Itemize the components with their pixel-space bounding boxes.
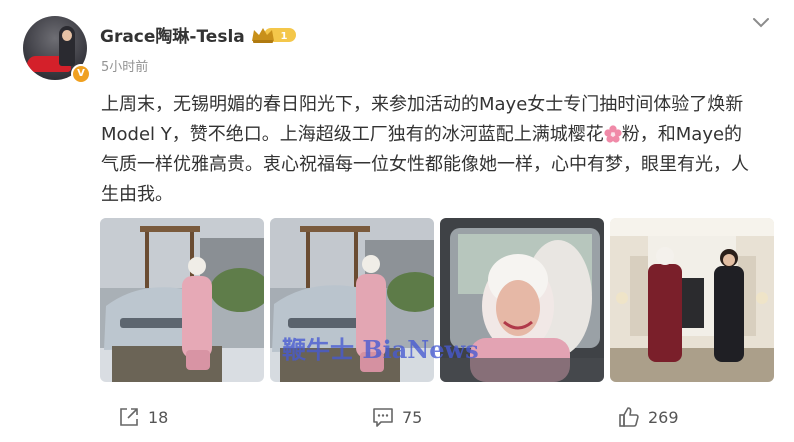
watermark-logo: 鞭牛士 BiaNews xyxy=(282,335,479,364)
comment-icon xyxy=(372,406,394,428)
share-count: 18 xyxy=(148,407,169,427)
share-button[interactable]: 18 xyxy=(118,404,168,430)
like-count: 269 xyxy=(648,407,679,427)
post-text-line: 气质一样优雅高贵。衷心祝福每一位女性都能像她一样，心中有梦，眼里有光，人 xyxy=(101,154,749,175)
post-text-segment: 粉，和Maye的 xyxy=(621,124,743,145)
post-text-line: 生由我。 xyxy=(101,184,173,205)
chevron-down-icon[interactable] xyxy=(752,14,770,28)
post-text-segment: Model Y，赞不绝口。上海超级工厂独有的冰河蓝配上满城樱花 xyxy=(101,124,604,145)
cherry-blossom-icon xyxy=(604,123,622,143)
post-text-line: Model Y，赞不绝口。上海超级工厂独有的冰河蓝配上满城樱花 粉，和Maye的 xyxy=(101,120,781,150)
photo-thumbnail[interactable] xyxy=(610,218,774,382)
share-icon xyxy=(118,406,140,428)
like-button[interactable]: 269 xyxy=(618,404,679,430)
avatar[interactable]: V xyxy=(23,16,91,84)
thumbs-up-icon xyxy=(618,406,640,428)
post-body: 上周末，无锡明媚的春日阳光下，来参加活动的Maye女士专门抽时间体验了焕新 Mo… xyxy=(101,90,781,210)
comment-count: 75 xyxy=(402,407,423,427)
comment-button[interactable]: 75 xyxy=(372,404,422,430)
post-timestamp[interactable]: 5小时前 xyxy=(101,56,148,75)
verified-badge-icon: V xyxy=(71,64,91,84)
level-number: 1 xyxy=(281,31,288,42)
crown-level-badge-icon[interactable]: 1 xyxy=(250,25,298,45)
username-link[interactable]: Grace陶琳-Tesla xyxy=(100,22,245,47)
post-text-line: 上周末，无锡明媚的春日阳光下，来参加活动的Maye女士专门抽时间体验了焕新 xyxy=(101,94,744,115)
photo-thumbnail[interactable] xyxy=(100,218,264,382)
